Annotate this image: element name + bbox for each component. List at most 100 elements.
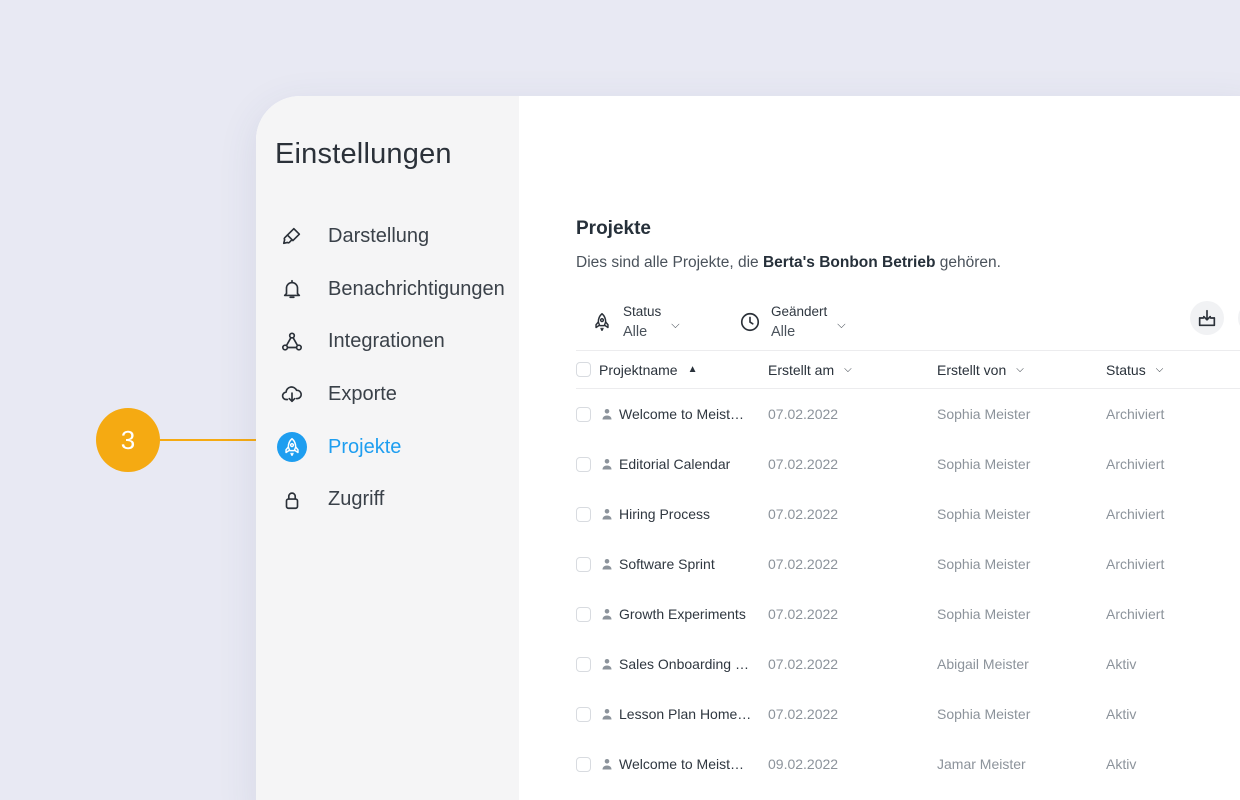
sidebar-item-label: Zugriff [328,488,385,511]
table-row[interactable]: Hiring Process 07.02.2022 Sophia Meister Ar… [576,489,1240,539]
row-checkbox[interactable] [576,506,591,522]
select-all-checkbox[interactable] [576,362,591,377]
project-name[interactable]: Welcome to Meist… [619,756,744,772]
column-status[interactable]: Status ⌵ [1106,362,1240,378]
project-name[interactable]: Sales Onboarding … [619,656,749,672]
cell-erstellt-am: 09.02.2022 [768,756,839,772]
export-download-button[interactable] [1190,301,1224,335]
project-name[interactable]: Hiring Process [619,506,710,522]
sidebar-title: Einstellungen [275,138,452,170]
clock-icon [737,309,763,335]
cell-erstellt-am: 07.02.2022 [768,456,839,472]
row-checkbox[interactable] [576,756,591,772]
status-filter-value: Alle [623,324,648,340]
cell-projektname: Welcome to Meist… [576,756,768,772]
projects-table: Projektname ▲ Erstellt am ⌵ Erstellt von… [576,350,1240,789]
sidebar-item-exporte[interactable]: Exporte [256,368,519,421]
status-filter[interactable]: Status Alle ⌵ [589,301,680,343]
person-icon [602,709,612,720]
table-row[interactable]: Welcome to Meist… 07.02.2022 Sophia Meiste… [576,389,1240,439]
cell-erstellt-am: 07.02.2022 [768,706,839,722]
cell-status: Aktiv [1106,706,1137,722]
changed-filter[interactable]: Geändert Alle ⌵ [737,301,846,343]
cloud-download-icon [277,379,307,409]
bell-icon [277,274,307,304]
sidebar-item-darstellung[interactable]: Darstellung [256,210,519,263]
chevron-down-icon: ⌵ [844,364,852,375]
project-name[interactable]: Growth Experiments [619,606,746,622]
sidebar-item-label: Integrationen [328,330,445,353]
project-name[interactable]: Lesson Plan Home… [619,706,751,722]
chevron-down-icon: ⌵ [837,318,846,331]
project-name[interactable]: Editorial Calendar [619,456,730,472]
description-prefix: Dies sind alle Projekte, die [576,254,763,271]
sidebar-item-label: Exporte [328,382,397,405]
cell-erstellt-von: Jamar Meister [937,756,1026,772]
column-label: Erstellt von [937,361,1007,378]
settings-sidebar: Einstellungen Darstellung Benachrichtigu… [256,96,519,800]
sidebar-item-zugriff[interactable]: Zugriff [256,473,519,526]
row-checkbox[interactable] [576,706,591,722]
cell-erstellt-von: Sophia Meister [937,556,1031,572]
chevron-down-icon: ⌵ [1155,364,1164,375]
chevron-down-icon: ⌵ [1016,364,1024,375]
column-erstellt-von[interactable]: Erstellt von ⌵ [937,362,1106,378]
status-filter-text: Status Alle [623,301,661,343]
table-row[interactable]: Welcome to Meist… 09.02.2022 Jamar Meister… [576,739,1240,789]
cell-projektname: Sales Onboarding … [576,656,768,672]
rocket-icon [589,309,615,335]
cell-erstellt-von: Sophia Meister [937,506,1031,522]
person-icon [602,659,612,670]
project-name[interactable]: Welcome to Meist… [619,406,744,422]
cell-status: Aktiv [1106,656,1137,672]
page-description: Dies sind alle Projekte, die Berta's Bon… [576,254,1001,272]
cell-status: Archiviert [1106,556,1165,572]
person-icon [602,559,612,570]
tray-download-icon [1198,309,1216,327]
table-body: Welcome to Meist… 07.02.2022 Sophia Meiste… [576,389,1240,789]
column-projektname[interactable]: Projektname ▲ [576,362,768,378]
table-row[interactable]: Lesson Plan Home… 07.02.2022 Sophia Meiste… [576,689,1240,739]
row-checkbox[interactable] [576,406,591,422]
row-checkbox[interactable] [576,456,591,472]
sidebar-item-label: Darstellung [328,224,430,247]
cell-erstellt-am: 07.02.2022 [768,506,839,522]
cell-status: Aktiv [1106,756,1137,772]
cell-projektname: Welcome to Meist… [576,406,768,422]
cell-erstellt-von: Abigail Meister [937,656,1029,672]
description-suffix: gehören. [935,254,1001,271]
settings-window: Einstellungen Darstellung Benachrichtigu… [256,96,1240,800]
table-row[interactable]: Editorial Calendar 07.02.2022 Sophia Meist… [576,439,1240,489]
sidebar-nav: Darstellung Benachrichtigungen Integrati… [256,210,519,526]
sidebar-item-benachrichtigungen[interactable]: Benachrichtigungen [256,263,519,316]
table-row[interactable]: Software Sprint 07.02.2022 Sophia Meister A… [576,539,1240,589]
cell-erstellt-von: Sophia Meister [937,456,1031,472]
row-checkbox[interactable] [576,606,591,622]
sidebar-item-label: Benachrichtigungen [328,277,505,300]
cell-status: Archiviert [1106,606,1165,622]
cell-projektname: Editorial Calendar [576,456,768,472]
project-name[interactable]: Software Sprint [619,556,715,572]
lock-icon [277,485,307,515]
changed-filter-label: Geändert [771,304,828,319]
row-checkbox[interactable] [576,656,591,672]
changed-filter-value: Alle [771,324,796,340]
column-erstellt-am[interactable]: Erstellt am ⌵ [768,362,937,378]
cell-projektname: Lesson Plan Home… [576,706,768,722]
table-row[interactable]: Sales Onboarding … 07.02.2022 Abigail Meis… [576,639,1240,689]
table-row[interactable]: Growth Experiments 07.02.2022 Sophia Meist… [576,589,1240,639]
cell-erstellt-am: 07.02.2022 [768,656,839,672]
cell-erstellt-von: Sophia Meister [937,706,1031,722]
cell-status: Archiviert [1106,406,1165,422]
person-icon [602,459,612,470]
sidebar-item-integrationen[interactable]: Integrationen [256,315,519,368]
cell-projektname: Software Sprint [576,556,768,572]
main-content: Projekte Dies sind alle Projekte, die Be… [519,96,1240,800]
row-checkbox[interactable] [576,556,591,572]
column-label: Erstellt am [768,361,835,378]
cell-erstellt-am: 07.02.2022 [768,606,839,622]
sidebar-item-projekte[interactable]: Projekte [256,421,519,474]
page-title: Projekte [576,218,651,239]
person-icon [602,509,612,520]
chevron-up-icon: ▲ [687,364,698,375]
